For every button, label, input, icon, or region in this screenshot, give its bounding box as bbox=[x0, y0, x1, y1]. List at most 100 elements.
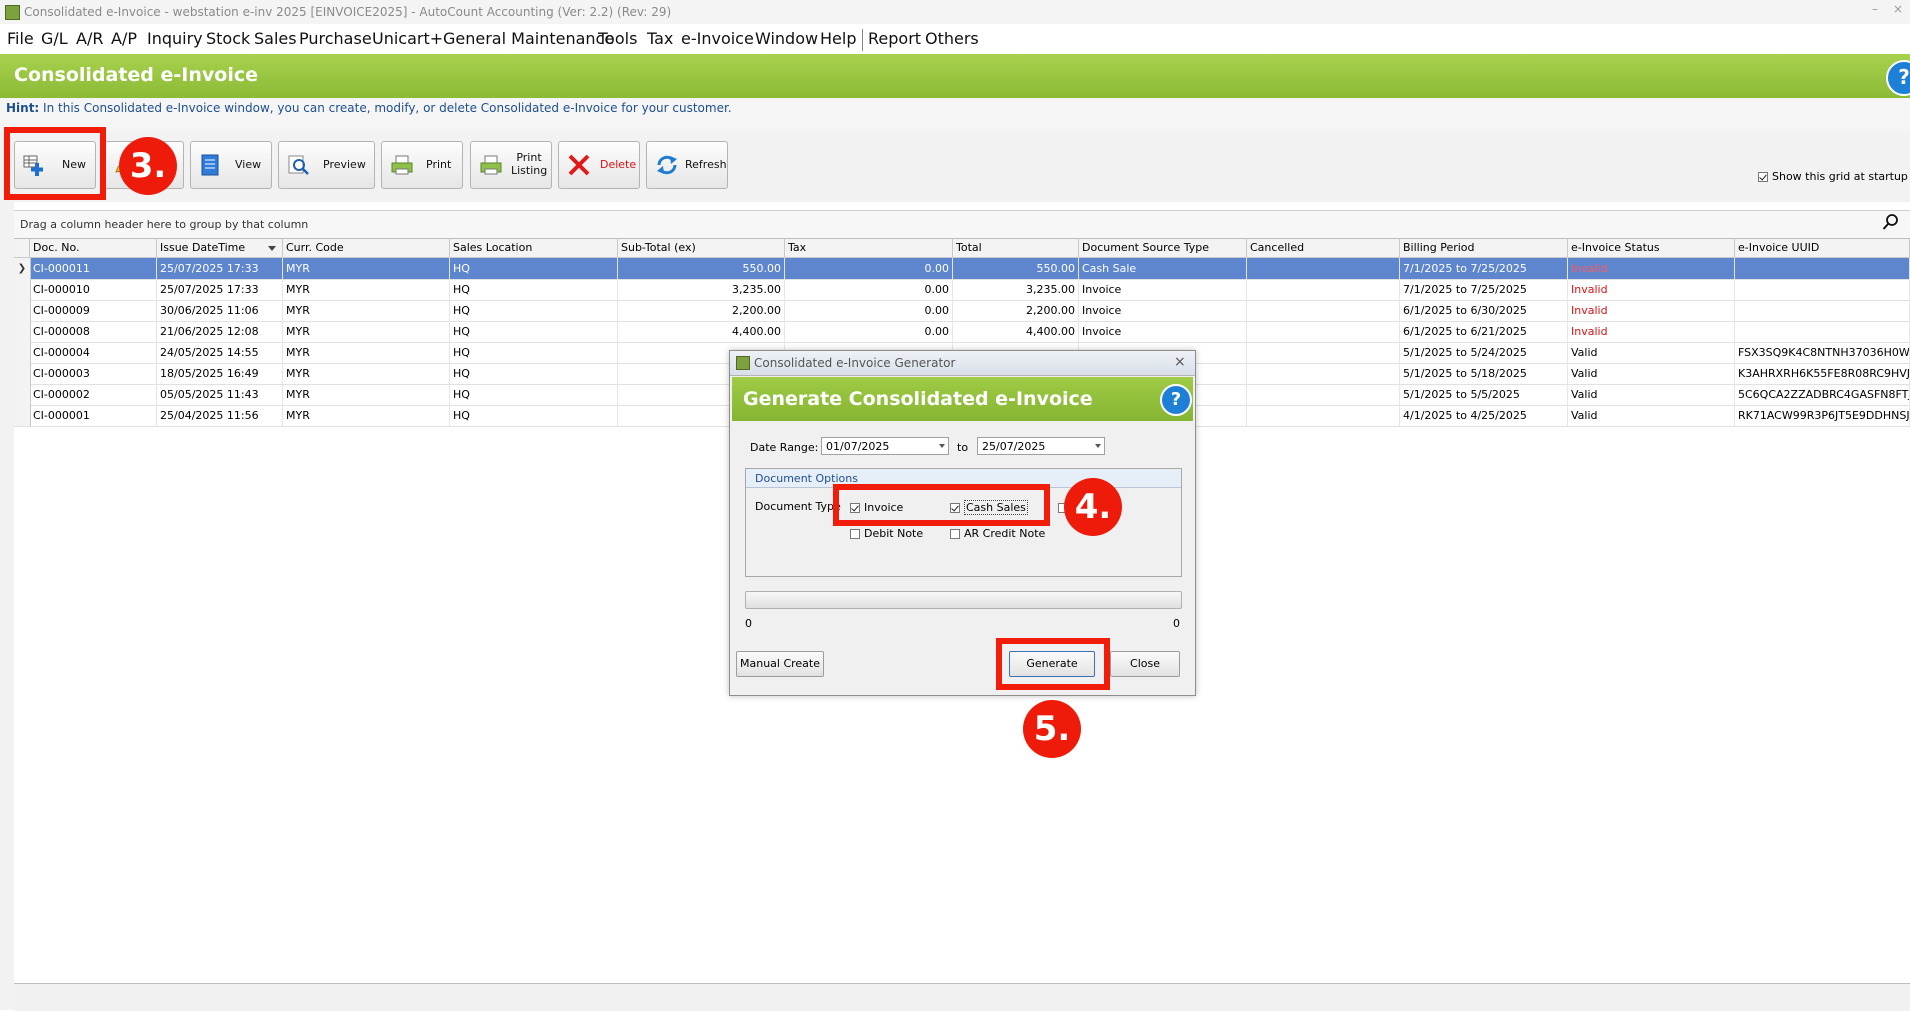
dialog-close-icon[interactable]: × bbox=[1174, 354, 1186, 370]
date-from-picker[interactable]: 01/07/2025 bbox=[821, 437, 949, 455]
dropdown-arrow-icon bbox=[1095, 444, 1101, 448]
menu-unicart[interactable]: Unicart+ bbox=[372, 29, 443, 49]
menu-gl[interactable]: G/L bbox=[41, 29, 68, 49]
table-row[interactable]: ❯ CI-000011 25/07/2025 17:33 MYR HQ 550.… bbox=[14, 258, 1910, 280]
print-listing-label: Print Listing bbox=[511, 151, 547, 177]
hint-message: In this Consolidated e-Invoice window, y… bbox=[39, 101, 732, 115]
debit-note-label: Debit Note bbox=[864, 527, 924, 540]
menu-e-invoice[interactable]: e-Invoice bbox=[681, 29, 754, 49]
dropdown-arrow-icon bbox=[939, 444, 945, 448]
menu-stock[interactable]: Stock bbox=[206, 29, 250, 49]
group-by-panel[interactable]: Drag a column header here to group by th… bbox=[14, 210, 1910, 239]
help-icon[interactable]: ? bbox=[1886, 60, 1910, 96]
column-curr-code[interactable]: Curr. Code bbox=[283, 239, 450, 257]
annotation-highlight-document-type bbox=[833, 484, 1050, 526]
column-tax[interactable]: Tax bbox=[785, 239, 953, 257]
printer-icon bbox=[391, 155, 413, 175]
refresh-button-label: Refresh bbox=[685, 158, 727, 171]
delete-button[interactable]: Delete bbox=[558, 141, 640, 189]
column-issue-datetime[interactable]: Issue DateTime bbox=[157, 239, 283, 257]
menu-file[interactable]: File bbox=[7, 29, 34, 49]
cell-total: 2,200.00 bbox=[953, 300, 1079, 321]
dialog-close-button[interactable]: Close bbox=[1110, 651, 1180, 677]
menu-tools[interactable]: Tools bbox=[598, 29, 637, 49]
sort-desc-icon bbox=[268, 246, 276, 251]
delete-button-label: Delete bbox=[600, 158, 637, 171]
cell-issue-datetime: 21/06/2025 12:08 bbox=[157, 321, 283, 342]
group-by-hint: Drag a column header here to group by th… bbox=[20, 218, 309, 231]
menu-inquiry[interactable]: Inquiry bbox=[147, 29, 203, 49]
cell-billing-period: 7/1/2025 to 7/25/2025 bbox=[1400, 258, 1568, 279]
checkbox-unchecked-icon bbox=[850, 529, 860, 539]
cell-document-source-type: Cash Sale bbox=[1079, 258, 1247, 279]
menu-sales[interactable]: Sales bbox=[254, 29, 297, 49]
date-to-picker[interactable]: 25/07/2025 bbox=[977, 437, 1105, 455]
menu-tax[interactable]: Tax bbox=[647, 29, 673, 49]
cell-issue-datetime: 24/05/2025 14:55 bbox=[157, 342, 283, 363]
print-listing-label-line1: Print bbox=[516, 151, 542, 164]
search-icon[interactable] bbox=[1882, 213, 1900, 231]
minimize-button[interactable]: – bbox=[1872, 2, 1878, 16]
ar-credit-note-checkbox[interactable]: AR Credit Note bbox=[950, 527, 1045, 540]
left-edge bbox=[0, 202, 14, 1010]
cell-doc-no: CI-000008 bbox=[30, 321, 157, 342]
menu-others[interactable]: Others bbox=[925, 29, 979, 49]
header-indicator bbox=[14, 239, 30, 257]
column-e-invoice-uuid[interactable]: e-Invoice UUID bbox=[1735, 239, 1910, 257]
menu-general-maintenance[interactable]: General Maintenance bbox=[443, 29, 614, 49]
table-row[interactable]: CI-000010 25/07/2025 17:33 MYR HQ 3,235.… bbox=[14, 279, 1910, 301]
dialog-header: Generate Consolidated e-Invoice ? bbox=[732, 377, 1193, 421]
window-close-button[interactable]: × bbox=[1893, 2, 1903, 16]
dialog-title-bar: Consolidated e-Invoice Generator × bbox=[730, 351, 1195, 376]
menu-window[interactable]: Window bbox=[755, 29, 818, 49]
column-sales-location[interactable]: Sales Location bbox=[450, 239, 618, 257]
column-billing-period[interactable]: Billing Period bbox=[1400, 239, 1568, 257]
menu-ap[interactable]: A/P bbox=[111, 29, 137, 49]
column-document-source-type[interactable]: Document Source Type bbox=[1079, 239, 1247, 257]
preview-button-label: Preview bbox=[323, 158, 366, 171]
cell-sales-location: HQ bbox=[450, 342, 618, 363]
column-cancelled[interactable]: Cancelled bbox=[1247, 239, 1400, 257]
annotation-highlight-generate bbox=[996, 638, 1110, 690]
debit-note-checkbox[interactable]: Debit Note bbox=[850, 527, 923, 540]
table-row[interactable]: CI-000008 21/06/2025 12:08 MYR HQ 4,400.… bbox=[14, 321, 1910, 343]
view-button[interactable]: View bbox=[190, 141, 272, 189]
magnifier-icon bbox=[288, 155, 309, 175]
cell-e-invoice-uuid bbox=[1735, 258, 1910, 279]
manual-create-button[interactable]: Manual Create bbox=[736, 651, 824, 677]
dialog-help-icon[interactable]: ? bbox=[1160, 384, 1192, 416]
date-range-label: Date Range: bbox=[750, 441, 819, 454]
cell-e-invoice-status: Invalid bbox=[1568, 258, 1735, 279]
column-subtotal[interactable]: Sub-Total (ex) bbox=[618, 239, 785, 257]
print-button[interactable]: Print bbox=[381, 141, 463, 189]
cell-cancelled bbox=[1247, 321, 1400, 342]
row-indicator bbox=[14, 342, 31, 363]
cell-e-invoice-status: Invalid bbox=[1568, 300, 1735, 321]
cell-doc-no: CI-000010 bbox=[30, 279, 157, 300]
cell-sales-location: HQ bbox=[450, 384, 618, 405]
hint-panel: Hint: In this Consolidated e-Invoice win… bbox=[0, 98, 1910, 133]
column-doc-no[interactable]: Doc. No. bbox=[30, 239, 157, 257]
cell-doc-no: CI-000011 bbox=[30, 258, 157, 279]
menu-help[interactable]: Help bbox=[820, 29, 856, 49]
menu-report[interactable]: Report bbox=[868, 29, 921, 49]
cell-curr-code: MYR bbox=[283, 321, 450, 342]
checkbox-unchecked-icon bbox=[950, 529, 960, 539]
table-row[interactable]: CI-000009 30/06/2025 11:06 MYR HQ 2,200.… bbox=[14, 300, 1910, 322]
hint-label: Hint: bbox=[6, 101, 40, 115]
print-listing-icon bbox=[480, 155, 502, 175]
menu-ar[interactable]: A/R bbox=[76, 29, 103, 49]
row-indicator bbox=[14, 300, 31, 321]
column-total[interactable]: Total bbox=[953, 239, 1079, 257]
print-listing-button[interactable]: Print Listing bbox=[470, 141, 552, 189]
show-grid-startup-checkbox[interactable]: Show this grid at startup bbox=[1758, 170, 1908, 183]
column-e-invoice-status[interactable]: e-Invoice Status bbox=[1568, 239, 1735, 257]
grid-header: Doc. No. Issue DateTime Curr. Code Sales… bbox=[14, 239, 1910, 258]
menu-purchase[interactable]: Purchase bbox=[299, 29, 372, 49]
refresh-button[interactable]: Refresh bbox=[646, 141, 728, 189]
preview-button[interactable]: Preview bbox=[278, 141, 375, 189]
cell-e-invoice-status: Valid bbox=[1568, 384, 1735, 405]
cell-cancelled bbox=[1247, 300, 1400, 321]
cell-e-invoice-uuid: FSX3SQ9K4C8NTNH37036H0WJ10 bbox=[1735, 342, 1910, 363]
dialog-title: Consolidated e-Invoice Generator bbox=[754, 356, 956, 370]
